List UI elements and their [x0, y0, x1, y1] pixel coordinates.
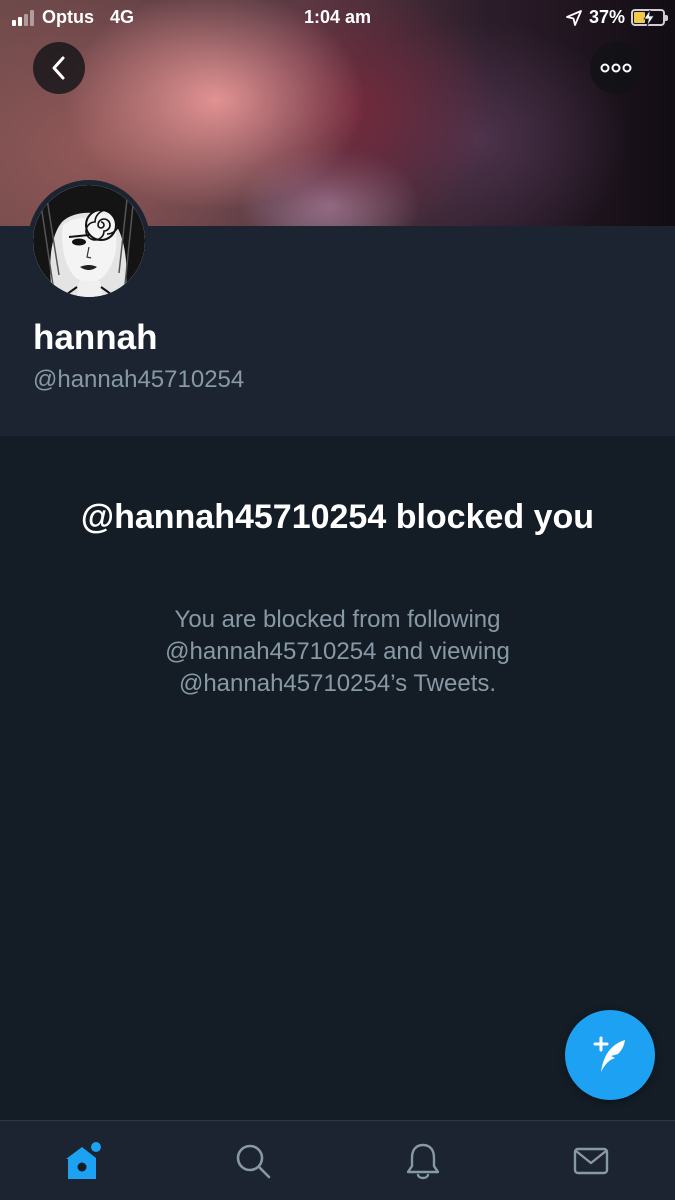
bell-icon — [406, 1143, 440, 1180]
mail-icon — [573, 1147, 609, 1175]
battery-charging-icon — [631, 9, 668, 26]
location-arrow-icon — [566, 9, 582, 26]
back-button[interactable] — [33, 42, 85, 94]
search-icon — [236, 1144, 271, 1179]
profile-display-name: hannah — [33, 318, 158, 357]
avatar[interactable] — [28, 180, 150, 302]
nav-home[interactable] — [54, 1131, 114, 1191]
bottom-navigation — [0, 1120, 675, 1200]
nav-notifications[interactable] — [393, 1131, 453, 1191]
blocked-description: You are blocked from following @hannah45… — [165, 606, 510, 697]
home-icon — [66, 1142, 101, 1179]
compose-tweet-icon — [593, 1036, 625, 1072]
more-options-button[interactable] — [590, 42, 642, 94]
chevron-left-icon — [52, 56, 65, 80]
status-bar: Optus 4G 1:04 am 37% — [0, 0, 675, 36]
battery-percent: 37% — [588, 7, 625, 27]
nav-messages[interactable] — [561, 1131, 621, 1191]
avatar-image — [33, 185, 145, 297]
more-dots-icon — [600, 63, 632, 73]
nav-search[interactable] — [223, 1131, 283, 1191]
profile-handle: @hannah45710254 — [33, 366, 245, 393]
compose-tweet-button[interactable] — [565, 1010, 655, 1100]
blocked-title: @hannah45710254 blocked you — [80, 498, 595, 536]
profile-screen: Optus 4G 1:04 am 37% hannah @hannah45710… — [0, 0, 675, 1200]
